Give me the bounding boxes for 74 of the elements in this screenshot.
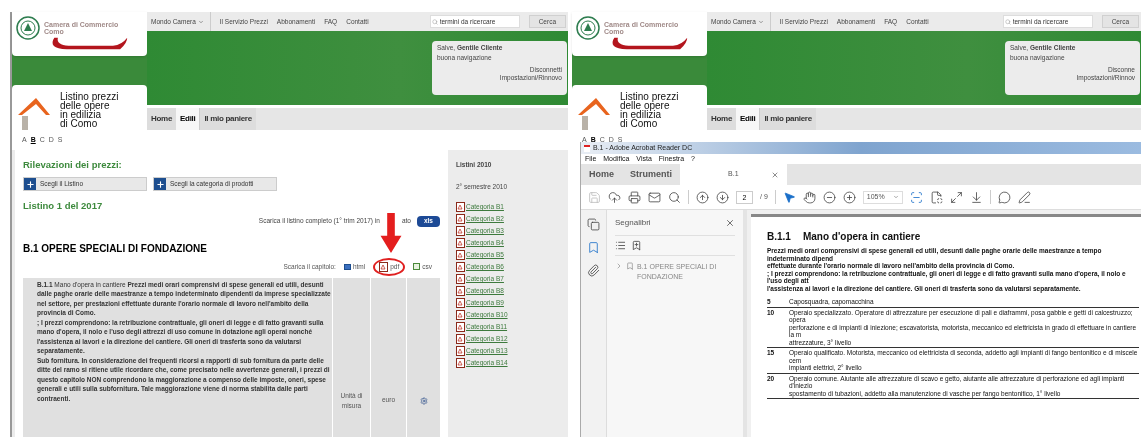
chevron-icon: [615, 262, 623, 270]
plus-icon: [154, 178, 166, 191]
house-icon: [16, 96, 52, 130]
printer-icon[interactable]: [628, 190, 641, 204]
nav-tab[interactable]: Edili: [176, 108, 201, 130]
page-title: Rilevazioni dei prezzi:: [23, 158, 123, 172]
close-icon[interactable]: [725, 218, 735, 228]
nav-tab[interactable]: Il mio paniere: [760, 108, 816, 130]
plus-icon: [24, 178, 36, 191]
product-title-line: di Como: [620, 119, 659, 128]
item-number: B.1.1: [767, 230, 791, 244]
nav-tab[interactable]: Il mio paniere: [200, 108, 256, 130]
item-title: Mano d'opera in cantiere: [802, 230, 921, 244]
pdf-file-icon: [456, 262, 465, 272]
product-title-line: in edilizia: [60, 110, 102, 119]
listino-title: Listino 1 del 2017: [23, 199, 104, 214]
zoom-out-icon[interactable]: [822, 190, 836, 204]
product-title-line: in edilizia: [620, 110, 662, 119]
panel-title: Segnalibri: [615, 217, 651, 229]
product-title-line: di Como: [60, 119, 99, 128]
mail-icon[interactable]: [648, 190, 661, 204]
cloud-upload-icon[interactable]: [608, 190, 621, 204]
pdf-file-icon: [456, 250, 465, 260]
close-icon[interactable]: [771, 170, 780, 179]
fit-page-icon[interactable]: [909, 190, 923, 204]
arrow-drawing: [380, 213, 402, 253]
pdf-file-icon: [456, 346, 465, 356]
pointer-icon[interactable]: [782, 190, 796, 204]
search-icon: [1004, 18, 1011, 25]
emblem-icon: [16, 16, 40, 40]
section-heading: B.1 OPERE SPECIALI DI FONDAZIONE: [23, 241, 208, 256]
search-icon[interactable]: [668, 190, 681, 204]
web-file-icon: [343, 263, 351, 270]
options-icon[interactable]: [615, 240, 626, 251]
download-icon[interactable]: [969, 190, 983, 204]
pdf-file-icon: [456, 238, 465, 248]
hand-icon[interactable]: [802, 190, 816, 204]
paperclip-icon[interactable]: [587, 264, 600, 277]
product-title-line: delle opere: [620, 101, 670, 110]
pdf-file-icon: [456, 298, 465, 308]
arrow-down-icon[interactable]: [716, 190, 729, 204]
search-icon: [431, 18, 438, 25]
pdf-file-icon: [456, 322, 465, 332]
pdf-file-icon: [456, 334, 465, 344]
nav-tab[interactable]: Edili: [736, 108, 761, 130]
pdf-file-icon: [456, 214, 465, 224]
pdf-file-icon: [456, 358, 465, 368]
emblem-icon: [576, 16, 600, 40]
pdf-app-icon: [584, 144, 590, 152]
page-scan-icon[interactable]: [929, 190, 943, 204]
spreadsheet-icon: [413, 263, 421, 270]
house-icon: [576, 96, 612, 130]
pdf-file-icon: [379, 261, 389, 272]
arrow-up-icon[interactable]: [696, 190, 709, 204]
comment-icon[interactable]: [997, 190, 1011, 204]
nav-tab[interactable]: Home: [707, 108, 737, 130]
nav-tab[interactable]: Home: [147, 108, 177, 130]
caret-icon: [197, 18, 204, 25]
fullscreen-icon[interactable]: [949, 190, 963, 204]
pen-icon[interactable]: [1017, 190, 1031, 204]
caret-icon: [757, 18, 764, 25]
pdf-file-icon: [456, 274, 465, 284]
product-title-line: delle opere: [60, 101, 110, 110]
bookmark-icon: [626, 262, 634, 270]
gear-icon[interactable]: [419, 397, 428, 405]
add-bookmark-icon[interactable]: [631, 240, 642, 251]
pdf-file-icon: [456, 202, 465, 212]
pages-icon[interactable]: [587, 218, 600, 231]
pdf-file-icon: [456, 286, 465, 296]
pdf-file-icon: [456, 310, 465, 320]
bookmark-icon[interactable]: [587, 241, 600, 254]
caret-icon: [892, 194, 899, 200]
pdf-file-icon: [456, 226, 465, 236]
zoom-in-icon[interactable]: [842, 190, 856, 204]
